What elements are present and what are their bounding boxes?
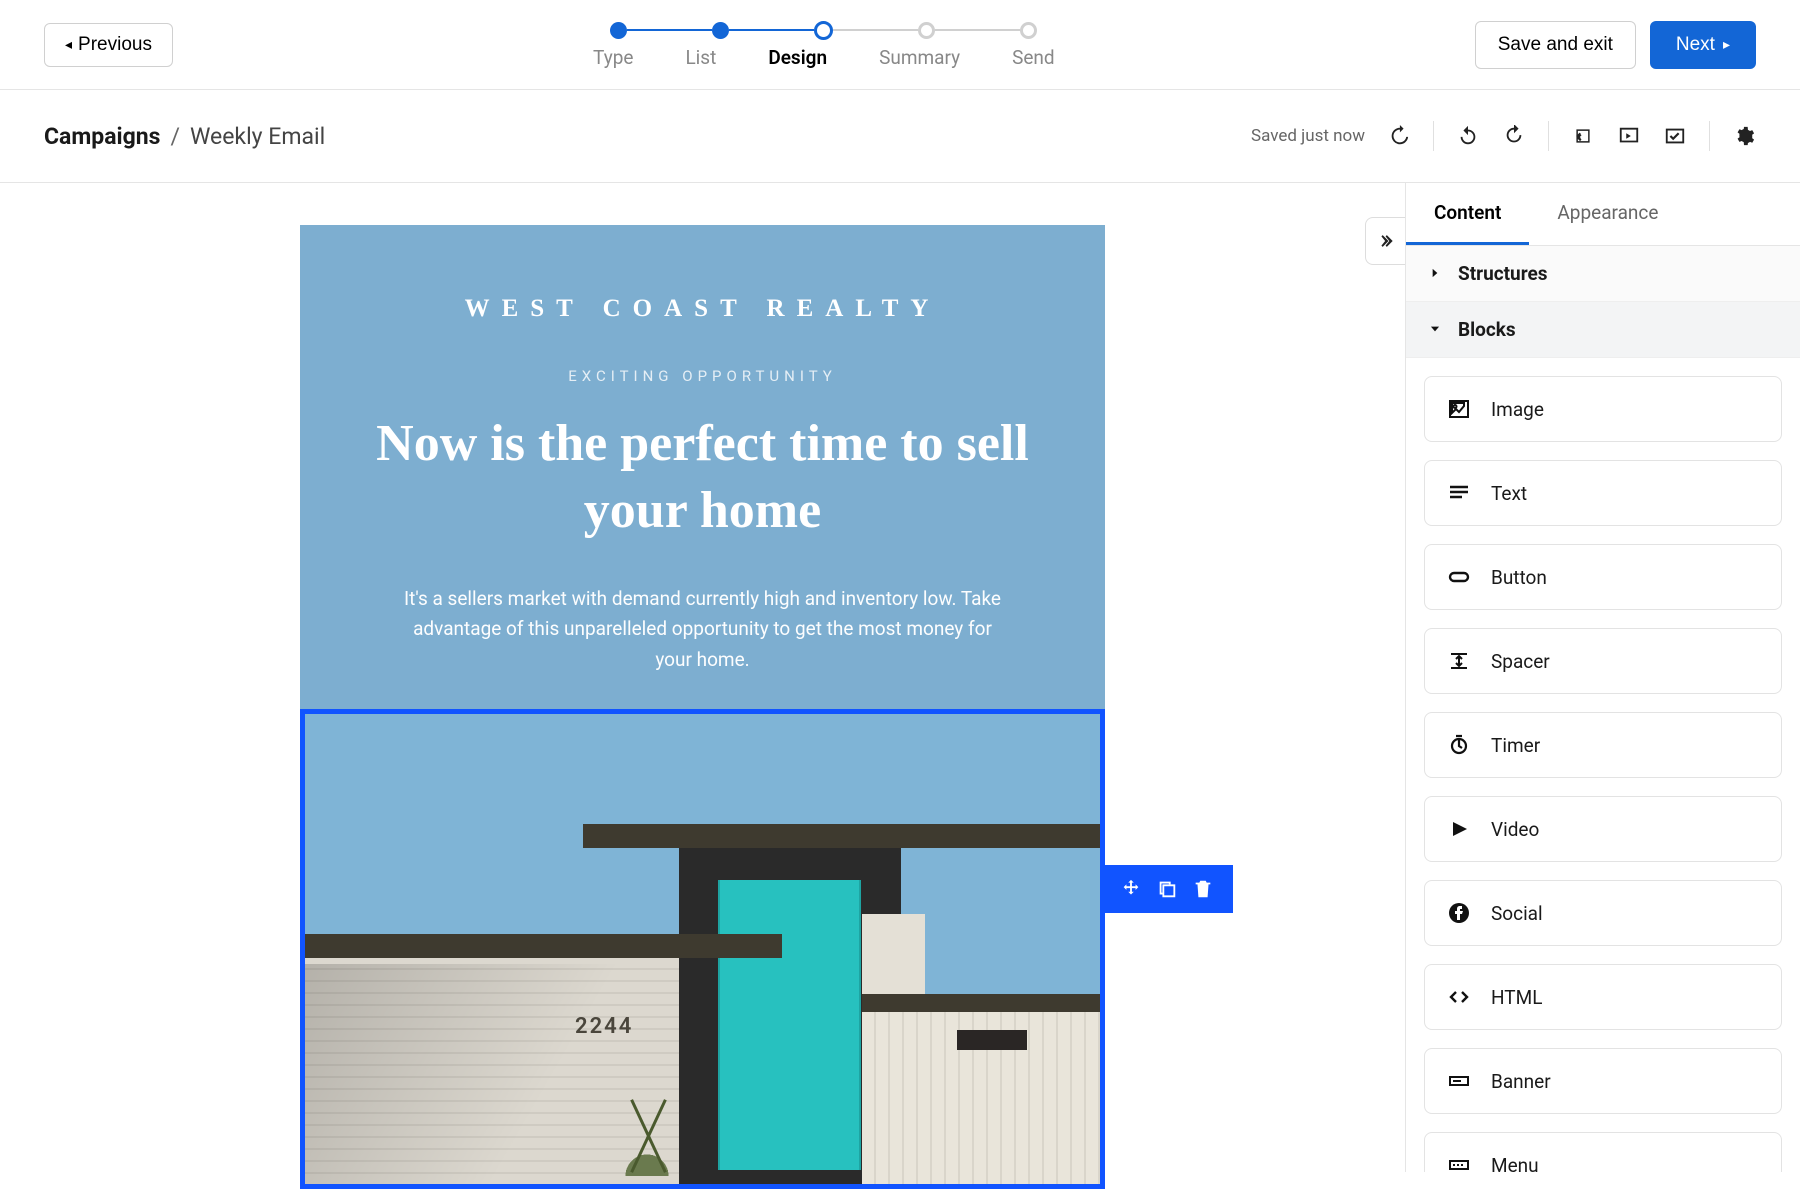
spacer-icon: [1447, 649, 1471, 673]
step-label-send[interactable]: Send: [1012, 46, 1055, 69]
blocks-list: Image Text Button Spacer Timer Video: [1406, 358, 1800, 1172]
email-kicker[interactable]: EXCITING OPPORTUNITY: [300, 367, 1105, 385]
chevron-down-icon: [1428, 318, 1444, 341]
block-menu[interactable]: Menu: [1424, 1132, 1782, 1172]
saved-status: Saved just now: [1251, 126, 1365, 146]
email-body[interactable]: It's a sellers market with demand curren…: [300, 584, 1105, 675]
hero-image[interactable]: 2244: [305, 714, 1100, 1184]
block-video[interactable]: Video: [1424, 796, 1782, 862]
block-text[interactable]: Text: [1424, 460, 1782, 526]
block-floating-toolbar: [1101, 865, 1233, 913]
video-icon: [1447, 817, 1471, 841]
sidebar-tabs: Content Appearance: [1406, 183, 1800, 246]
previous-button[interactable]: Previous: [44, 23, 173, 67]
test-send-icon[interactable]: [1663, 124, 1687, 148]
tab-appearance[interactable]: Appearance: [1529, 183, 1686, 245]
breadcrumb-root[interactable]: Campaigns: [44, 123, 160, 150]
timer-icon: [1447, 733, 1471, 757]
text-icon: [1447, 481, 1471, 505]
step-node-type[interactable]: [610, 22, 627, 39]
step-label-list[interactable]: List: [685, 46, 716, 69]
undo-icon[interactable]: [1456, 124, 1480, 148]
move-icon[interactable]: [1113, 875, 1149, 903]
breadcrumb-separator: /: [170, 123, 180, 150]
step-node-design[interactable]: [814, 21, 833, 40]
editor-main: WEST COAST REALTY EXCITING OPPORTUNITY N…: [0, 183, 1800, 1172]
collapse-sidebar-button[interactable]: [1365, 217, 1405, 265]
selected-image-block[interactable]: 2244: [300, 709, 1105, 1189]
email-preview[interactable]: WEST COAST REALTY EXCITING OPPORTUNITY N…: [300, 225, 1105, 1172]
block-banner[interactable]: Banner: [1424, 1048, 1782, 1114]
breadcrumb-leaf[interactable]: Weekly Email: [190, 123, 325, 150]
save-exit-button[interactable]: Save and exit: [1475, 21, 1636, 69]
block-timer[interactable]: Timer: [1424, 712, 1782, 778]
step-node-summary[interactable]: [918, 22, 935, 39]
redo-icon[interactable]: [1502, 124, 1526, 148]
section-structures[interactable]: Structures: [1406, 246, 1800, 302]
section-blocks[interactable]: Blocks: [1406, 302, 1800, 358]
step-label-type[interactable]: Type: [593, 46, 633, 69]
canvas-area[interactable]: WEST COAST REALTY EXCITING OPPORTUNITY N…: [0, 183, 1405, 1172]
preview-icon[interactable]: [1617, 124, 1641, 148]
html-icon: [1447, 985, 1471, 1009]
settings-icon[interactable]: [1732, 124, 1756, 148]
previous-label: Previous: [78, 34, 152, 56]
code-view-icon[interactable]: [1571, 124, 1595, 148]
breadcrumb: Campaigns / Weekly Email: [44, 123, 325, 150]
history-icon[interactable]: [1387, 124, 1411, 148]
editor-sidebar: Content Appearance Structures Blocks Ima…: [1405, 183, 1800, 1172]
tab-content[interactable]: Content: [1406, 183, 1529, 245]
chevron-right-icon: [1428, 262, 1444, 285]
image-icon: [1447, 397, 1471, 421]
wizard-topbar: Previous Type List Design Summary Send S…: [0, 0, 1800, 90]
step-node-send[interactable]: [1020, 22, 1037, 39]
social-icon: [1447, 901, 1471, 925]
banner-icon: [1447, 1069, 1471, 1093]
step-label-summary[interactable]: Summary: [879, 46, 960, 69]
editor-subbar: Campaigns / Weekly Email Saved just now: [0, 90, 1800, 183]
next-button[interactable]: Next: [1650, 21, 1756, 69]
email-headline[interactable]: Now is the perfect time to sell your hom…: [300, 411, 1105, 544]
block-spacer[interactable]: Spacer: [1424, 628, 1782, 694]
block-html[interactable]: HTML: [1424, 964, 1782, 1030]
wizard-steps: Type List Design Summary Send: [593, 21, 1055, 69]
duplicate-icon[interactable]: [1149, 875, 1185, 903]
block-button[interactable]: Button: [1424, 544, 1782, 610]
delete-icon[interactable]: [1185, 875, 1221, 903]
button-icon: [1447, 565, 1471, 589]
step-label-design[interactable]: Design: [768, 46, 827, 69]
step-node-list[interactable]: [712, 22, 729, 39]
block-social[interactable]: Social: [1424, 880, 1782, 946]
menu-icon: [1447, 1153, 1471, 1172]
email-brand[interactable]: WEST COAST REALTY: [300, 225, 1105, 323]
block-image[interactable]: Image: [1424, 376, 1782, 442]
